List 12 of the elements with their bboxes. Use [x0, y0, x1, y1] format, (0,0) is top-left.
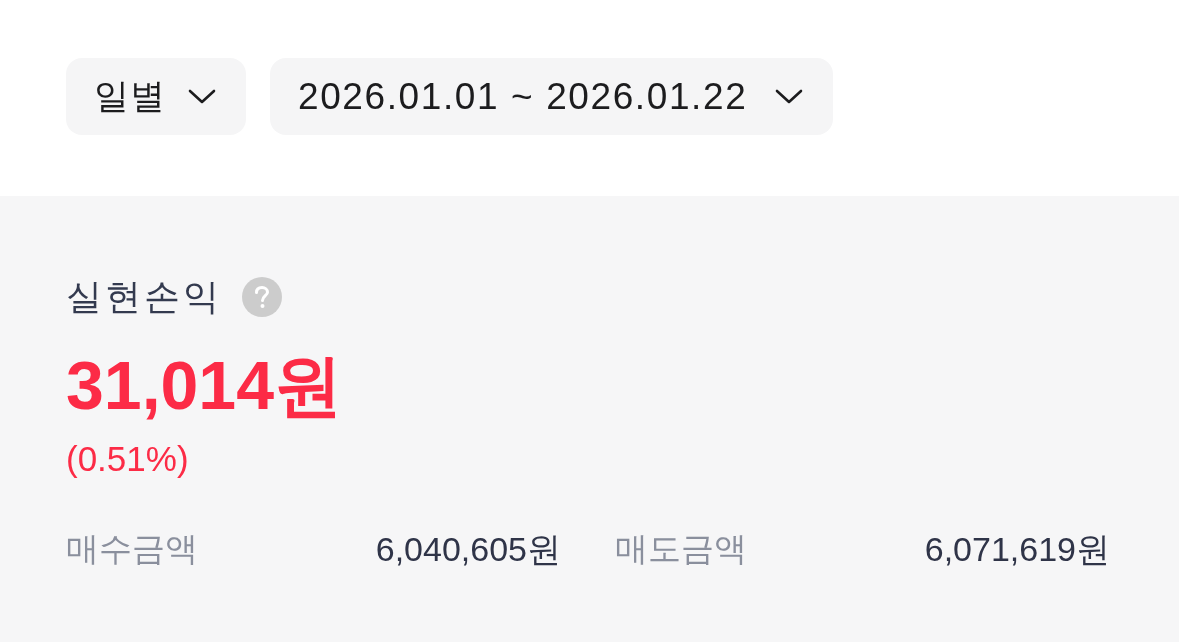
chevron-down-icon [775, 89, 804, 104]
chevron-down-icon [188, 89, 216, 104]
total-label: 매도금액 [615, 529, 747, 569]
total-label: 매수금액 [66, 529, 198, 569]
profit-rate: (0.51%) [66, 438, 189, 480]
help-icon[interactable] [242, 277, 282, 317]
total-value: 6,071,619원 [924, 529, 1110, 570]
summary-title: 실현손익 [66, 275, 222, 319]
total-value: 6,040,605원 [375, 529, 561, 570]
period-select[interactable]: 일별 [66, 58, 246, 135]
profit-amount: 31,014원 [66, 346, 342, 425]
date-range-select[interactable]: 2026.01.01 ~ 2026.01.22 [270, 58, 834, 135]
